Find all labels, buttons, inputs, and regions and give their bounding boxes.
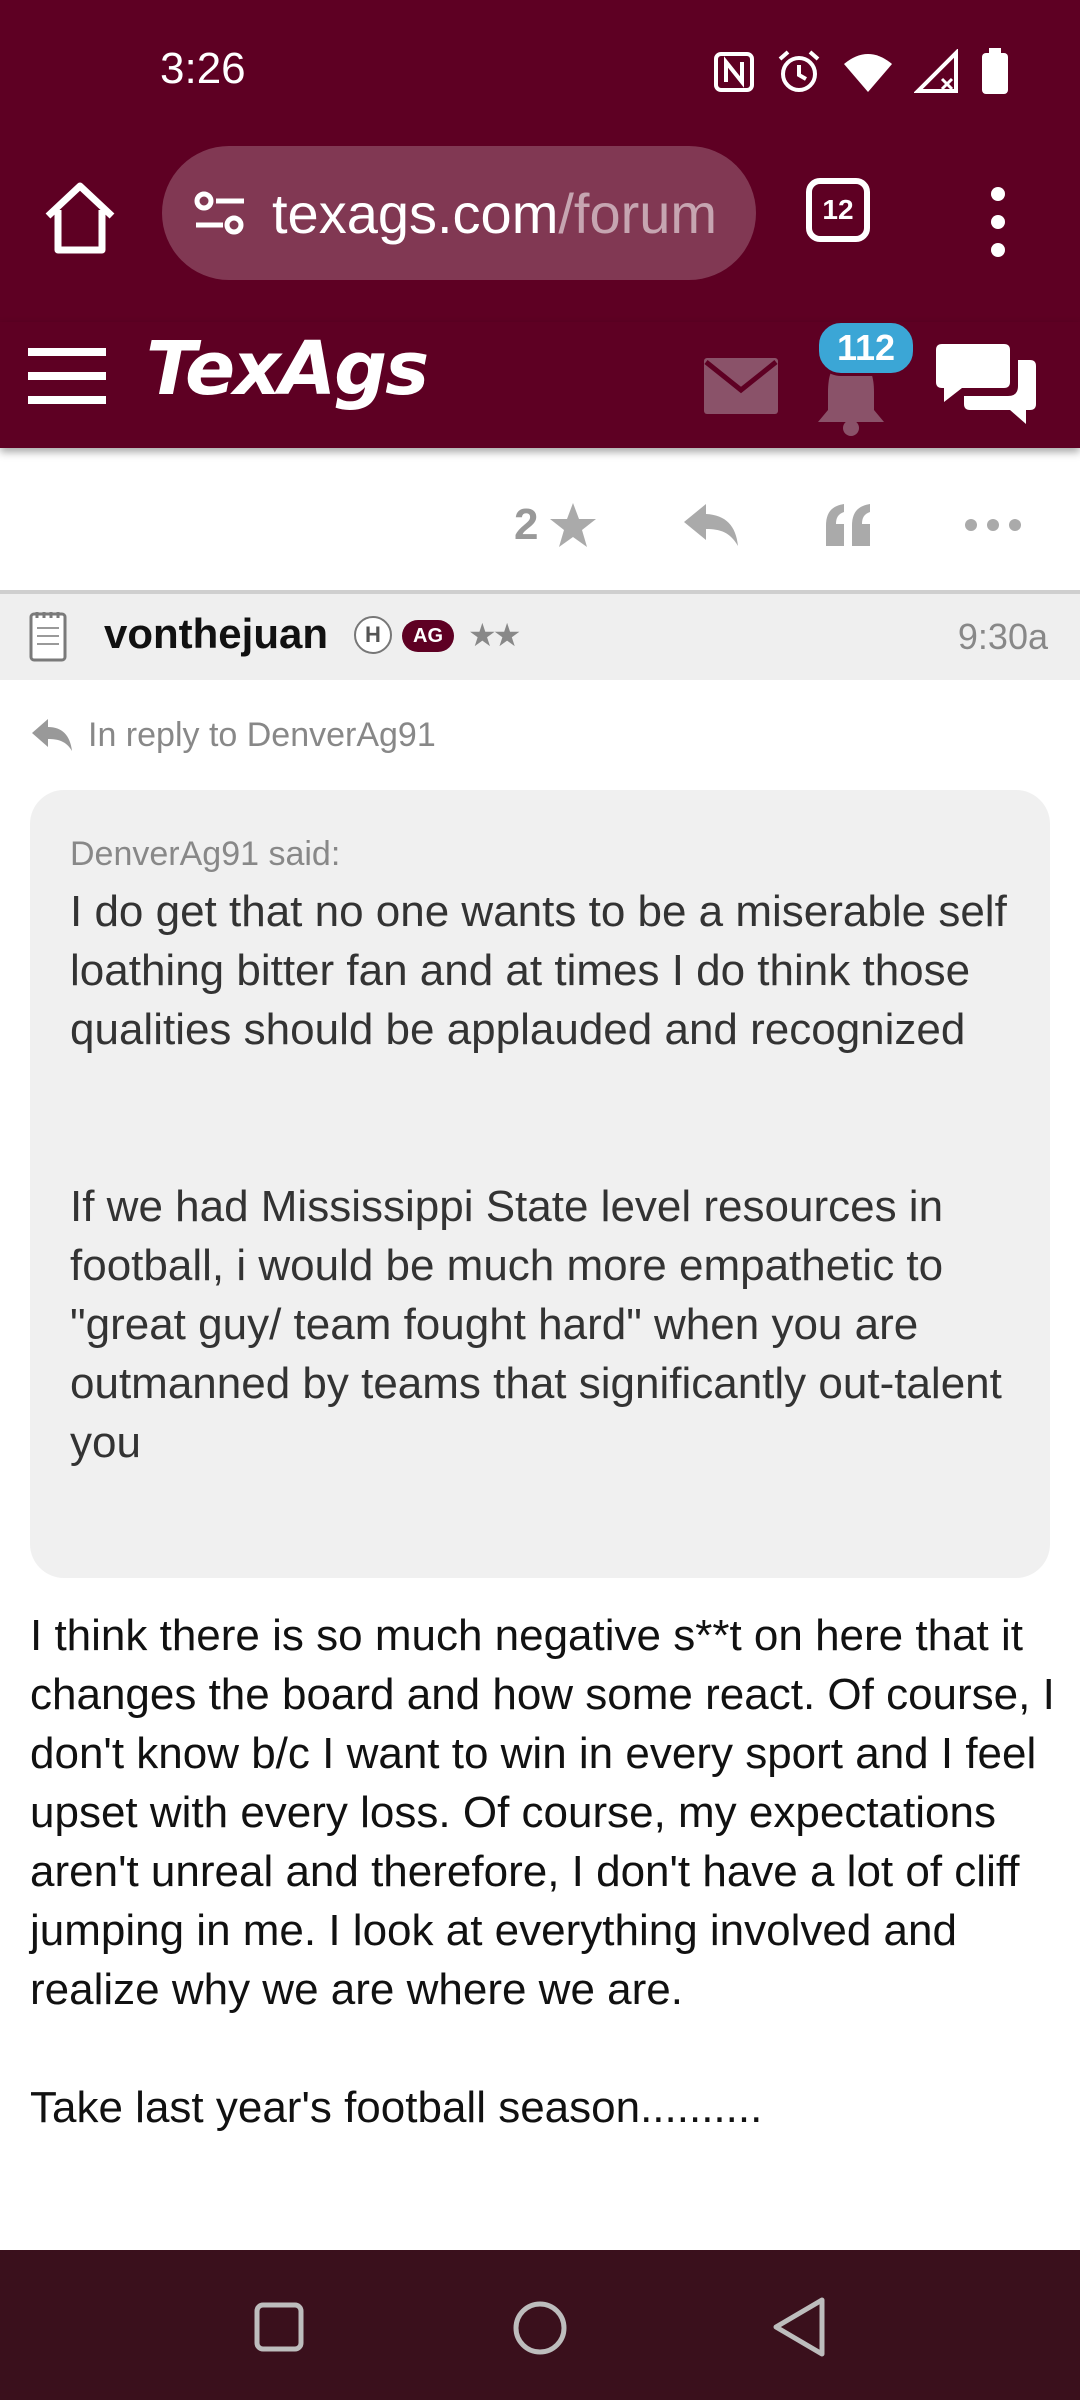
post-time[interactable]: 9:30a — [958, 616, 1048, 658]
home-icon[interactable] — [40, 178, 120, 258]
alarm-icon — [778, 50, 820, 92]
in-reply-to-text: In reply to DenverAg91 — [88, 715, 436, 754]
site-logo[interactable]: TexAgs — [146, 326, 429, 412]
rating-count: 2 — [514, 500, 539, 549]
more-horiz-icon[interactable] — [964, 500, 1022, 550]
site-header: TexAgs 112 — [0, 320, 1080, 448]
chat-icon[interactable] — [934, 336, 1038, 428]
post-body: I think there is so much negative s**t o… — [30, 1606, 1060, 2137]
reply-icon[interactable] — [682, 500, 740, 550]
reply-arrow-icon — [32, 719, 72, 751]
post-notepad-icon — [29, 612, 67, 662]
battery-icon — [982, 48, 1008, 94]
quote-author: DenverAg91 said: — [70, 835, 341, 873]
post-paragraph: Take last year's football season........… — [30, 2083, 763, 2132]
quote-paragraph: If we had Mississippi State level resour… — [70, 1182, 1002, 1467]
wifi-icon — [844, 54, 892, 92]
recents-icon[interactable] — [254, 2302, 304, 2352]
nfc-icon — [714, 52, 754, 92]
post-paragraph: I think there is so much negative s**t o… — [30, 1611, 1055, 2014]
status-bar: 3:26 — [0, 0, 1080, 140]
home-circle-icon[interactable] — [512, 2300, 568, 2356]
honor-badge: H — [354, 616, 392, 654]
browser-toolbar: texags.com/forum 12 — [0, 140, 1080, 322]
back-icon[interactable] — [772, 2296, 828, 2358]
previous-post-actions: 2 — [0, 460, 1080, 590]
tabs-button[interactable]: 12 — [806, 178, 870, 242]
star-icon — [550, 503, 597, 547]
hamburger-icon[interactable] — [28, 346, 106, 406]
in-reply-to-link[interactable]: In reply to DenverAg91 — [30, 710, 436, 760]
url-bar[interactable]: texags.com/forum — [162, 146, 756, 280]
url-text: texags.com/forum — [272, 181, 717, 246]
mail-icon[interactable] — [704, 358, 778, 414]
ag-badge: AG — [402, 620, 454, 652]
site-settings-icon[interactable] — [190, 183, 250, 243]
notification-badge[interactable]: 112 — [816, 320, 916, 376]
signal-icon — [914, 49, 958, 93]
rating-button[interactable]: 2 — [514, 500, 598, 550]
url-domain: texags.com — [272, 181, 559, 245]
more-vert-icon[interactable] — [976, 182, 1020, 262]
status-icons — [712, 44, 1010, 100]
user-stars: ★★ — [468, 617, 521, 653]
url-path: /forum — [558, 181, 718, 245]
status-time: 3:26 — [160, 44, 246, 93]
quote-paragraph: I do get that no one wants to be a miser… — [70, 887, 1007, 1054]
quote-block: DenverAg91 said: I do get that no one wa… — [30, 790, 1050, 1578]
quote-icon[interactable] — [824, 500, 874, 550]
system-nav-bar — [0, 2250, 1080, 2400]
post-username[interactable]: vonthejuan — [104, 610, 328, 658]
post-header: vonthejuan H AG ★★ 9:30a — [0, 594, 1080, 680]
